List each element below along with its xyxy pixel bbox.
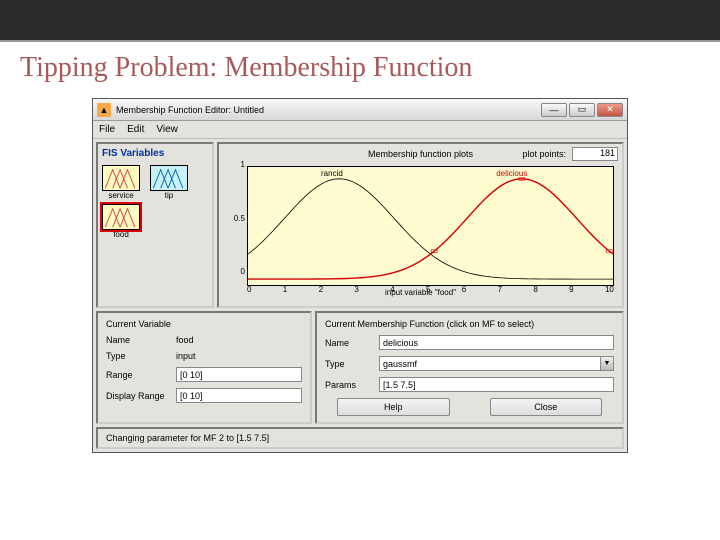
var-food[interactable] [102,204,140,230]
var-service[interactable] [102,165,140,191]
slide-title: Tipping Problem: Membership Function [0,42,720,98]
matlab-icon: ▲ [97,103,111,117]
x-axis-ticks: 012345678910 [247,285,614,294]
curvar-disprange-input[interactable]: [0 10] [176,388,302,403]
curvar-range-input[interactable]: [0 10] [176,367,302,382]
current-variable-panel: Current Variable Namefood Typeinput Rang… [96,311,312,424]
titlebar[interactable]: ▲ Membership Function Editor: Untitled —… [93,99,627,121]
curmf-name-label: Name [325,338,379,348]
close-window-button[interactable]: ✕ [597,103,623,117]
fis-variables-panel: FIS Variables service tip [96,142,214,308]
window-title: Membership Function Editor: Untitled [116,105,264,115]
mf-label-rancid[interactable]: rancid [321,169,343,178]
slide-top-bar [0,0,720,40]
curvar-type-label: Type [106,351,176,361]
curmf-name-input[interactable]: delicious [379,335,614,350]
help-button[interactable]: Help [337,398,450,416]
menu-view[interactable]: View [156,124,178,135]
curmf-type-select[interactable]: gaussmf [379,356,601,371]
var-tip-label: tip [150,191,188,200]
menubar: File Edit View [93,121,627,139]
curmf-type-label: Type [325,359,379,369]
mf-chart[interactable]: rancid delicious [247,166,614,286]
minimize-button[interactable]: — [541,103,567,117]
curmf-type-dropdown-icon[interactable]: ▼ [600,356,614,371]
current-mf-panel: Current Membership Function (click on MF… [315,311,624,424]
plotpoints-input[interactable]: 181 [572,147,618,161]
curmf-params-label: Params [325,380,379,390]
status-bar: Changing parameter for MF 2 to [1.5 7.5] [96,427,624,449]
mf-label-delicious[interactable]: delicious [496,169,527,178]
curvar-heading: Current Variable [106,319,302,329]
close-button[interactable]: Close [490,398,603,416]
plotpoints-label: plot points: [522,149,566,159]
curvar-name-label: Name [106,335,176,345]
menu-edit[interactable]: Edit [127,124,144,135]
curmf-params-input[interactable]: [1.5 7.5] [379,377,614,392]
curvar-range-label: Range [106,370,176,380]
var-food-label: food [102,230,140,239]
curvar-disprange-label: Display Range [106,391,176,401]
curvar-name-value: food [176,335,194,345]
y-axis-ticks: 1 0.5 0 [233,160,245,276]
mf-editor-window: ▲ Membership Function Editor: Untitled —… [92,98,628,453]
var-tip[interactable] [150,165,188,191]
plot-panel: Membership function plots plot points: 1… [217,142,624,308]
maximize-button[interactable]: ▭ [569,103,595,117]
menu-file[interactable]: File [99,124,115,135]
var-service-label: service [102,191,140,200]
curvar-type-value: input [176,351,196,361]
curmf-heading: Current Membership Function (click on MF… [325,319,614,329]
fis-variables-label: FIS Variables [102,148,208,159]
